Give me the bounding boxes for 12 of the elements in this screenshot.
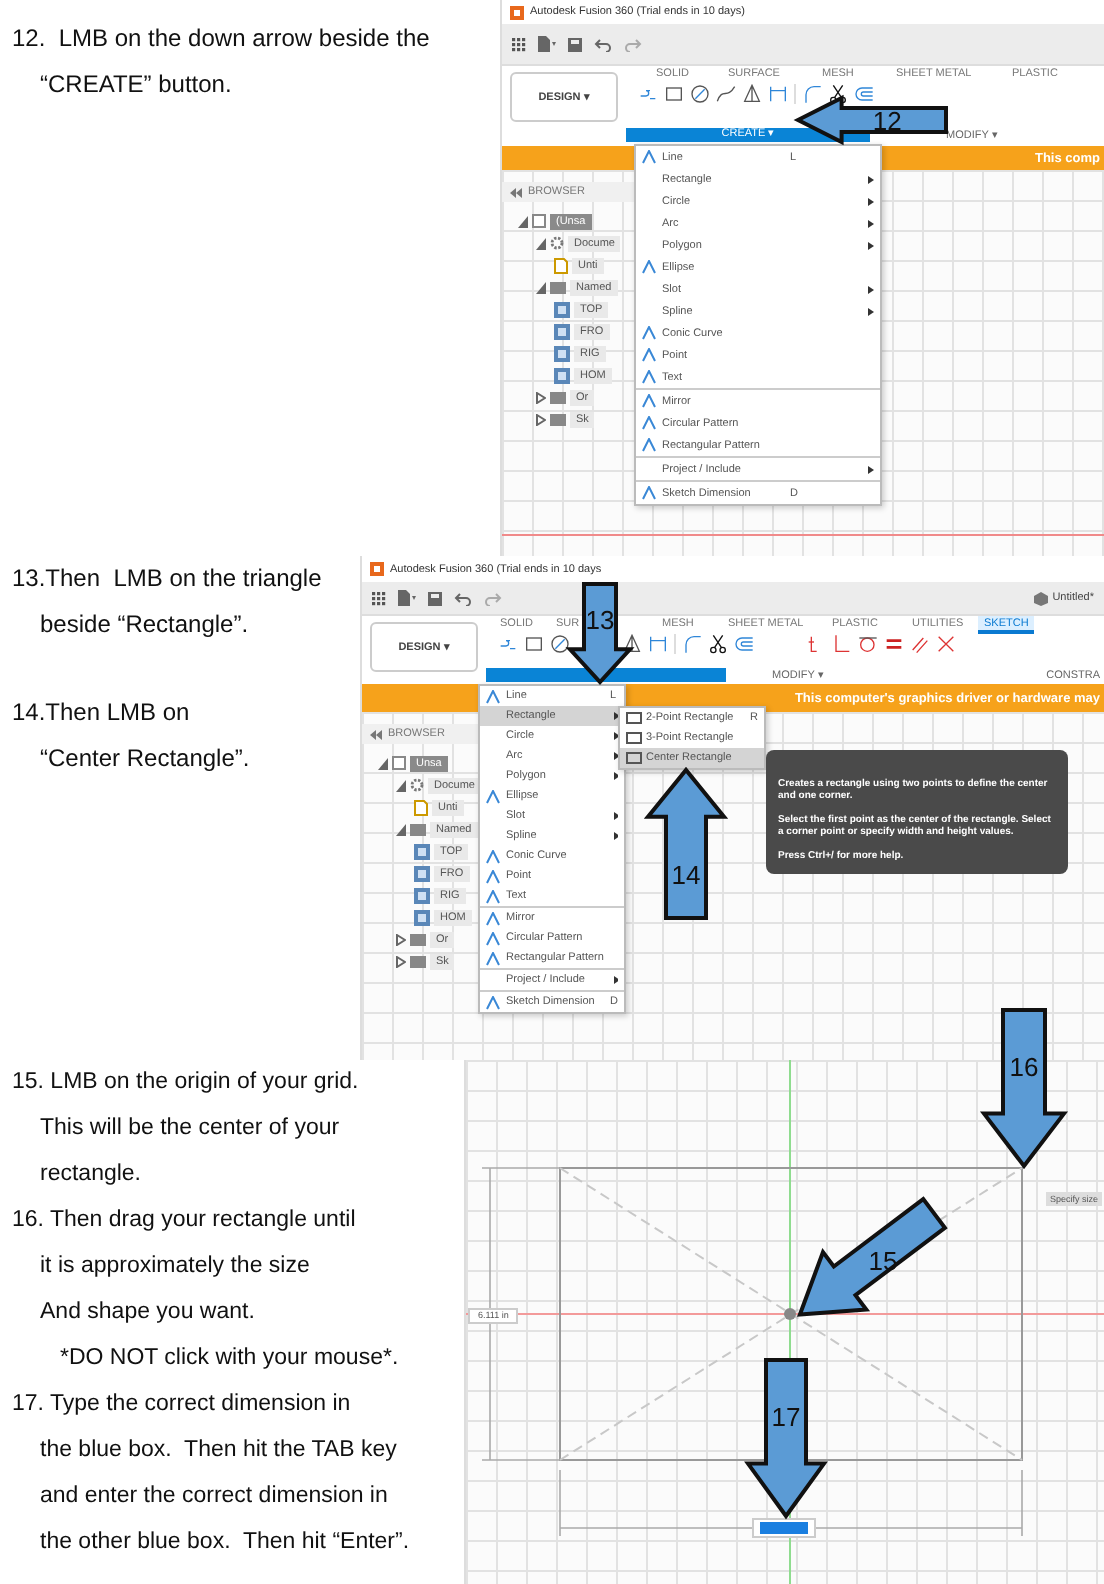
instruction-text: 15. LMB on the origin of your grid. This will be the center of your rectangle.: [12, 1068, 361, 1190]
callout-number: 12: [872, 106, 902, 136]
callout-number: 13: [585, 604, 615, 635]
instruction-text: 17. Type the correct dimension in the blue box. Then hit the TAB key and enter the correct dimension in the other blue box. Then hit “Enter”.: [12, 1390, 412, 1558]
instruction-text: 14.Then LMB on “Center Rectangle”.: [12, 696, 252, 776]
instruction-text: 16. Then drag your rectangle until it is approximately the size And shape you want.: [12, 1206, 358, 1328]
callout-number: 16: [1009, 1051, 1039, 1082]
instruction-text: *DO NOT click with your mouse*.: [58, 1344, 401, 1374]
instruction-text: 12. LMB on the down arrow beside the “CREATE” button.: [12, 22, 432, 102]
instruction-text: 13.Then LMB on the triangle beside “Rectangle”.: [12, 562, 324, 642]
callout-number: 17: [771, 1401, 801, 1432]
callout-number: 14: [671, 860, 701, 891]
